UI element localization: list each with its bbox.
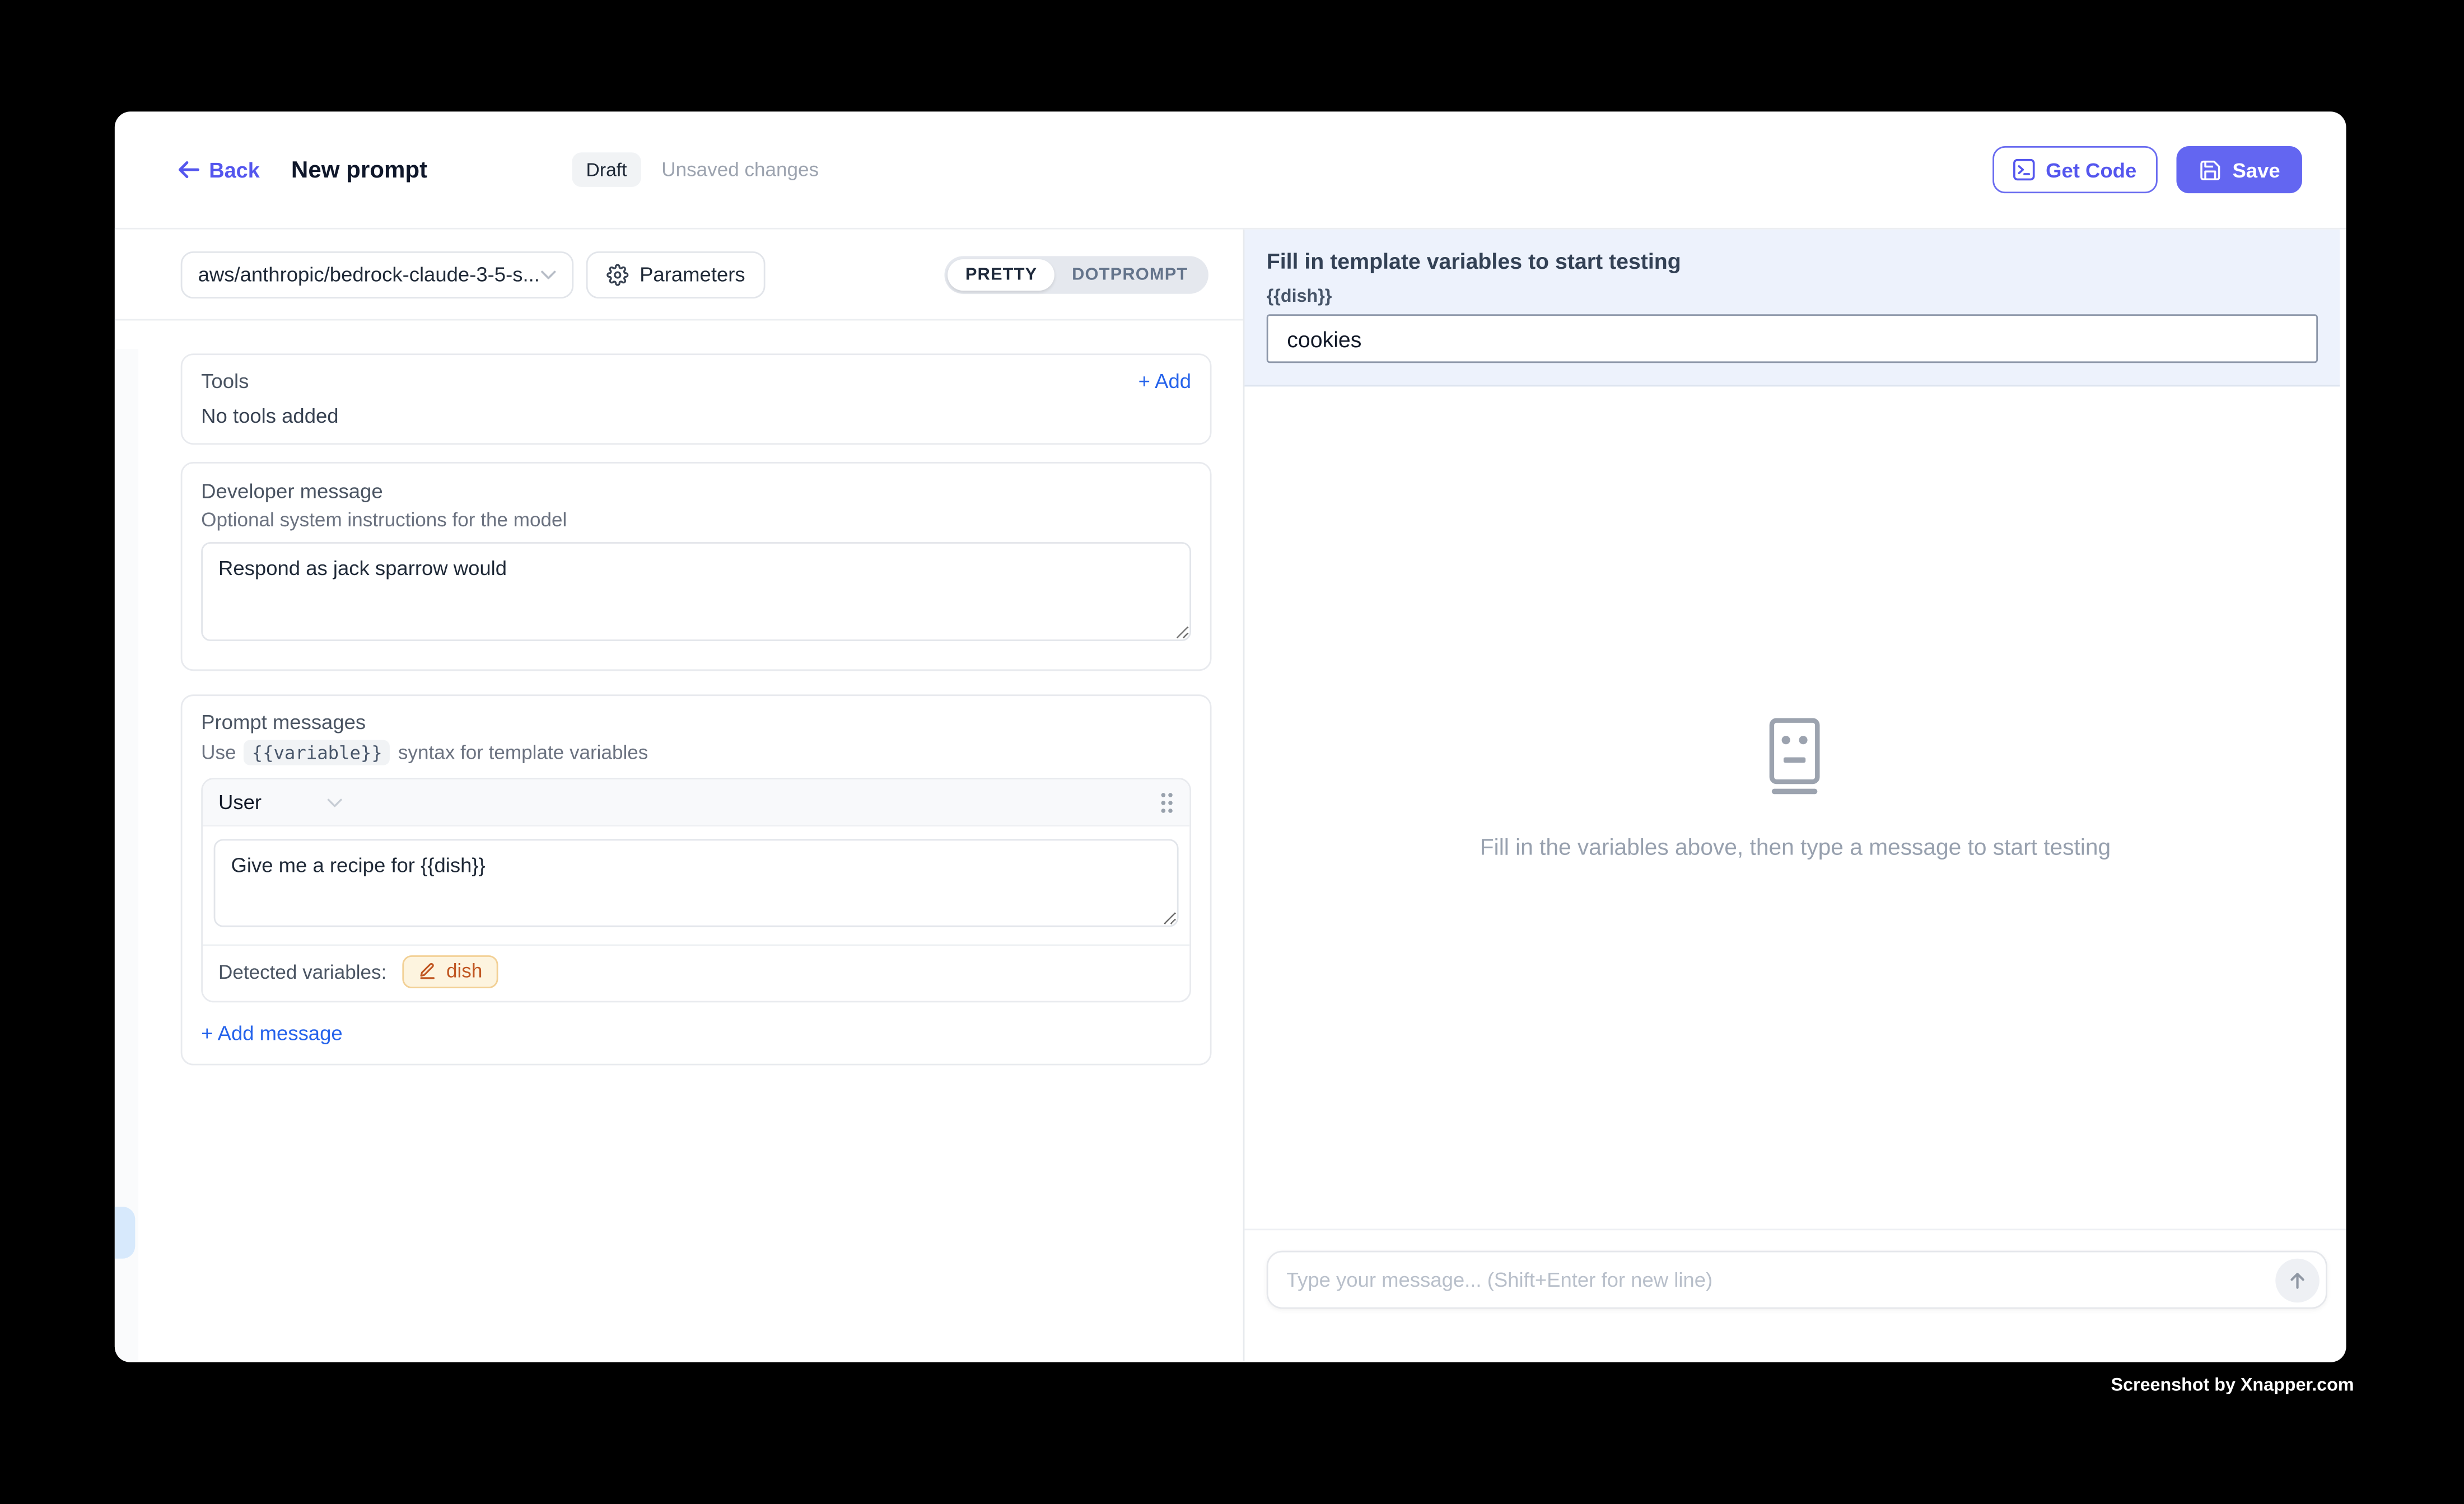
- save-label: Save: [2232, 158, 2280, 181]
- template-syntax-hint: Use {{variable}} syntax for template var…: [201, 740, 1191, 765]
- developer-message-card: Developer message Optional system instru…: [181, 462, 1212, 671]
- add-message-button[interactable]: + Add message: [201, 1021, 1191, 1045]
- robot-face-icon: [1764, 717, 1827, 795]
- prompt-messages-title: Prompt messages: [201, 710, 1191, 734]
- chat-input-box: [1266, 1251, 2326, 1309]
- pencil-icon: [418, 961, 437, 980]
- hint-suffix: syntax for template variables: [398, 741, 648, 763]
- editor-content: Tools + Add No tools added Developer mes…: [115, 320, 1243, 1065]
- hint-prefix: Use: [201, 741, 236, 763]
- chat-empty-text: Fill in the variables above, then type a…: [1480, 835, 2111, 860]
- drag-handle[interactable]: [1160, 791, 1174, 813]
- message-block: User Give me a recipe for {{dish}} Det: [201, 778, 1191, 1002]
- detected-variables-label: Detected variables:: [218, 961, 386, 983]
- app-window: Back New prompt Draft Unsaved changes Ge…: [115, 111, 2346, 1362]
- parameters-label: Parameters: [640, 263, 745, 286]
- chat-area: Fill in the variables above, then type a…: [1244, 386, 2346, 1229]
- message-content-textarea[interactable]: Give me a recipe for {{dish}}: [214, 839, 1179, 927]
- watermark: Screenshot by Xnapper.com: [2111, 1376, 2354, 1395]
- save-icon: [2198, 158, 2222, 181]
- save-button[interactable]: Save: [2176, 146, 2302, 193]
- prompt-messages-card: Prompt messages Use {{variable}} syntax …: [181, 694, 1212, 1065]
- terminal-icon: [2013, 158, 2034, 180]
- toggle-dotprompt[interactable]: DOTPROMPT: [1054, 259, 1205, 290]
- drag-handle-icon: [1160, 791, 1174, 813]
- gear-icon: [606, 263, 628, 285]
- message-role-header: User: [203, 779, 1189, 826]
- format-toggle: PRETTY DOTPROMPT: [945, 255, 1208, 293]
- detected-variables-row: Detected variables: dish: [203, 944, 1189, 1001]
- developer-message-textarea[interactable]: Respond as jack sparrow would: [201, 542, 1191, 641]
- role-select[interactable]: User: [218, 790, 262, 814]
- template-variables-panel: Fill in template variables to start test…: [1244, 230, 2340, 387]
- left-rail-active-item[interactable]: [115, 1207, 135, 1259]
- tools-title: Tools: [201, 369, 249, 393]
- parameters-button[interactable]: Parameters: [586, 251, 766, 298]
- back-arrow-icon: [178, 160, 199, 179]
- header: Back New prompt Draft Unsaved changes Ge…: [115, 111, 2346, 229]
- chevron-down-icon: [540, 269, 556, 279]
- back-button[interactable]: Back: [178, 158, 260, 181]
- chat-message-input[interactable]: [1286, 1268, 2275, 1292]
- get-code-label: Get Code: [2046, 158, 2136, 181]
- variable-syntax-chip: {{variable}}: [244, 740, 390, 765]
- variable-name-label: {{dish}}: [1267, 288, 2318, 307]
- chat-empty-state: Fill in the variables above, then type a…: [1480, 717, 2111, 860]
- send-button[interactable]: [2275, 1258, 2319, 1302]
- unsaved-changes-note: Unsaved changes: [661, 158, 819, 180]
- chevron-down-icon: [328, 797, 343, 807]
- detected-variable-name: dish: [446, 960, 482, 982]
- model-select-value: aws/anthropic/bedrock-claude-3-5-s...: [198, 263, 540, 286]
- tools-card: Tools + Add No tools added: [181, 353, 1212, 445]
- toggle-pretty[interactable]: PRETTY: [948, 259, 1054, 290]
- variables-heading: Fill in template variables to start test…: [1267, 248, 2318, 273]
- get-code-button[interactable]: Get Code: [1992, 146, 2157, 193]
- tools-empty-text: No tools added: [201, 404, 1191, 427]
- test-panel: Fill in template variables to start test…: [1244, 230, 2346, 1361]
- detected-variable-chip[interactable]: dish: [402, 955, 498, 988]
- screen: Back New prompt Draft Unsaved changes Ge…: [0, 0, 2464, 1504]
- page-title: New prompt: [291, 156, 427, 183]
- model-toolbar: aws/anthropic/bedrock-claude-3-5-s... Pa…: [115, 230, 1243, 321]
- add-tool-button[interactable]: + Add: [1138, 369, 1191, 393]
- chat-input-section: [1244, 1229, 2346, 1361]
- send-arrow-icon: [2286, 1269, 2308, 1291]
- model-select[interactable]: aws/anthropic/bedrock-claude-3-5-s...: [181, 251, 574, 298]
- prompt-editor-panel: aws/anthropic/bedrock-claude-3-5-s... Pa…: [115, 230, 1245, 1361]
- developer-message-subtitle: Optional system instructions for the mod…: [201, 509, 1191, 531]
- back-label: Back: [209, 158, 260, 181]
- developer-message-title: Developer message: [201, 479, 1191, 503]
- variable-value-input[interactable]: [1267, 314, 2318, 363]
- status-badge: Draft: [572, 152, 641, 187]
